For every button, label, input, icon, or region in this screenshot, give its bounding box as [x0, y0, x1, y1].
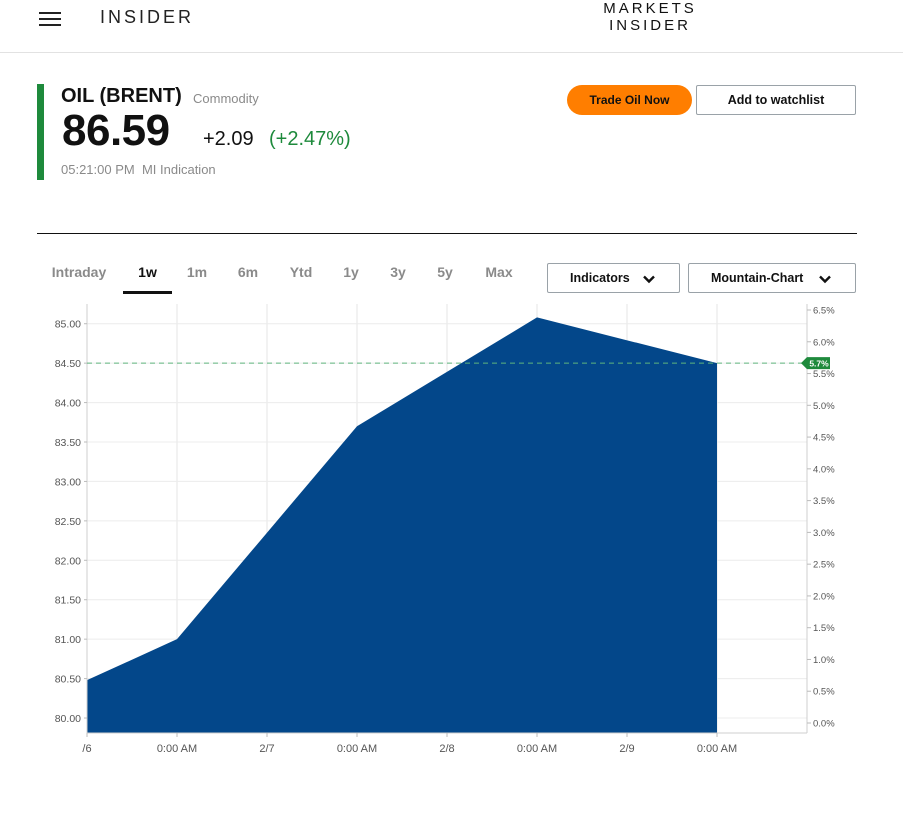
y2-tick-label: 0.0% — [813, 719, 835, 730]
quote-timestamp: 05:21:00 PM MI Indication — [61, 162, 216, 177]
chevron-down-icon — [819, 275, 831, 284]
insider-logo[interactable]: INSIDER — [100, 7, 194, 28]
quote-source: MI Indication — [141, 162, 216, 177]
x-tick-label: 2/7 — [259, 743, 274, 755]
y2-tick-label: 6.5% — [813, 306, 835, 317]
instrument-type: Commodity — [193, 91, 259, 106]
x-tick-label: 0:00 AM — [157, 743, 197, 755]
y-tick-label: 84.50 — [55, 358, 81, 370]
logo-line-2: INSIDER — [609, 17, 691, 34]
tab-1y[interactable]: 1y — [339, 258, 363, 294]
y-tick-label: 80.00 — [55, 713, 81, 725]
y-tick-label: 80.50 — [55, 674, 81, 686]
x-tick-label: 0:00 AM — [517, 743, 557, 755]
y2-tick-label: 6.0% — [813, 337, 835, 348]
tab-6m[interactable]: 6m — [233, 258, 263, 294]
y-tick-label: 85.00 — [55, 319, 81, 331]
tab-max[interactable]: Max — [480, 258, 518, 294]
tab-5y[interactable]: 5y — [433, 258, 457, 294]
price-change: +2.09 — [203, 128, 254, 150]
reference-badge-label: 5.7% — [809, 359, 829, 369]
menu-icon[interactable] — [39, 11, 61, 27]
indicators-dropdown[interactable]: Indicators — [547, 263, 680, 293]
x-tick-label: /6 — [82, 743, 91, 755]
y2-tick-label: 4.0% — [813, 464, 835, 475]
y2-tick-label: 4.5% — [813, 433, 835, 444]
instrument-name: OIL (BRENT) — [61, 85, 182, 107]
x-tick-label: 0:00 AM — [337, 743, 377, 755]
add-to-watchlist-button[interactable]: Add to watchlist — [696, 85, 856, 115]
y2-tick-label: 5.5% — [813, 369, 835, 380]
quote-time: 05:21:00 PM — [61, 162, 135, 177]
y2-tick-label: 2.0% — [813, 591, 835, 602]
y2-tick-label: 0.5% — [813, 687, 835, 698]
section-divider — [37, 233, 857, 234]
chevron-down-icon — [643, 275, 655, 284]
top-bar: INSIDER MARKETS INSIDER — [0, 0, 903, 53]
y-tick-label: 81.50 — [55, 595, 81, 607]
price-chart[interactable]: 80.00 80.50 81.00 81.50 82.00 82.50 83.00 83.50… — [0, 300, 903, 770]
y-tick-label: 81.00 — [55, 634, 81, 646]
y-tick-label: 82.50 — [55, 516, 81, 528]
x-tick-label: 0:00 AM — [697, 743, 737, 755]
chart-type-label: Mountain-Chart — [711, 271, 804, 285]
y2-tick-label: 5.0% — [813, 401, 835, 412]
y2-tick-label: 3.5% — [813, 496, 835, 507]
y2-tick-label: 1.0% — [813, 655, 835, 666]
x-tick-label: 2/8 — [439, 743, 454, 755]
y-tick-label: 83.00 — [55, 476, 81, 488]
tab-intraday[interactable]: Intraday — [45, 258, 113, 294]
y-tick-label: 83.50 — [55, 437, 81, 449]
y-tick-label: 84.00 — [55, 398, 81, 410]
x-tick-label: 2/9 — [619, 743, 634, 755]
y-tick-label: 82.00 — [55, 555, 81, 567]
y2-tick-label: 2.5% — [813, 560, 835, 571]
indicators-label: Indicators — [570, 271, 630, 285]
tab-1w[interactable]: 1w — [123, 258, 172, 294]
tab-3y[interactable]: 3y — [386, 258, 410, 294]
logo-line-1: MARKETS — [603, 0, 697, 17]
trade-oil-button[interactable]: Trade Oil Now — [567, 85, 692, 115]
y2-tick-label: 3.0% — [813, 528, 835, 539]
quote-accent-bar — [37, 84, 44, 180]
tab-1m[interactable]: 1m — [182, 258, 212, 294]
tab-ytd[interactable]: Ytd — [285, 258, 317, 294]
markets-insider-logo[interactable]: MARKETS INSIDER — [560, 0, 740, 34]
price-value: 86.59 — [62, 106, 170, 155]
chart-type-dropdown[interactable]: Mountain-Chart — [688, 263, 856, 293]
y2-tick-label: 1.5% — [813, 623, 835, 634]
price-area — [87, 317, 717, 733]
price-change-percent: (+2.47%) — [269, 128, 351, 150]
